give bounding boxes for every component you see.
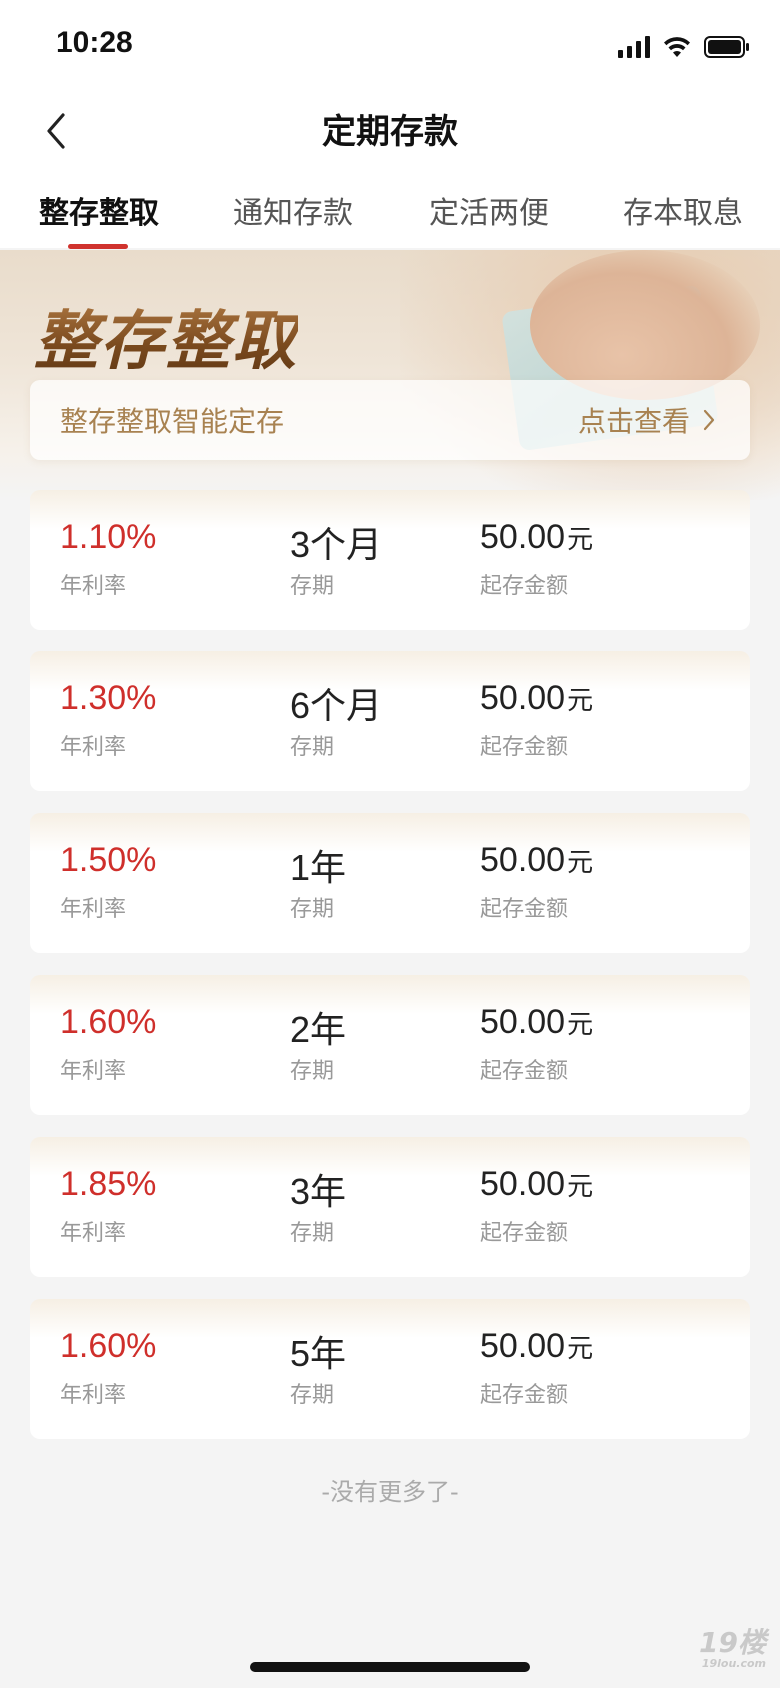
min-amount: 50.00元 bbox=[480, 1327, 593, 1366]
view-link-label: 点击查看 bbox=[577, 405, 690, 438]
home-indicator[interactable] bbox=[250, 1662, 530, 1672]
deposit-term-label: 存期 bbox=[290, 1221, 335, 1246]
page-title: 定期存款 bbox=[322, 112, 458, 152]
annual-rate-label: 年利率 bbox=[60, 1383, 127, 1408]
deposit-term-label: 存期 bbox=[290, 1383, 335, 1408]
deposit-product-card[interactable]: 1.50% 年利率 1年 存期 50.00元 起存金额 bbox=[30, 813, 750, 953]
wifi-icon bbox=[662, 35, 692, 59]
view-link[interactable]: 点击查看 bbox=[578, 400, 716, 440]
chevron-right-icon bbox=[702, 408, 716, 432]
deposit-term: 3个月 bbox=[290, 524, 383, 565]
deposit-term: 5年 bbox=[290, 1333, 347, 1374]
deposit-product-card[interactable]: 1.30% 年利率 6个月 存期 50.00元 起存金额 bbox=[30, 651, 750, 791]
battery-icon bbox=[704, 35, 750, 59]
signal-icon bbox=[618, 36, 650, 58]
banner: 整存整取 bbox=[0, 250, 780, 500]
deposit-product-card[interactable]: 1.60% 年利率 5年 存期 50.00元 起存金额 bbox=[30, 1299, 750, 1439]
min-amount-value: 50.00 bbox=[480, 841, 566, 879]
min-amount-value: 50.00 bbox=[480, 1003, 566, 1041]
min-amount-label: 起存金额 bbox=[480, 1059, 569, 1084]
min-amount-unit: 元 bbox=[567, 1009, 594, 1039]
deposit-term-label: 存期 bbox=[290, 1059, 335, 1084]
min-amount-value: 50.00 bbox=[480, 518, 566, 556]
min-amount-value: 50.00 bbox=[480, 1327, 566, 1365]
min-amount-label: 起存金额 bbox=[480, 897, 569, 922]
annual-rate-label: 年利率 bbox=[60, 735, 127, 760]
min-amount-unit: 元 bbox=[567, 1171, 594, 1201]
deposit-product-card[interactable]: 1.85% 年利率 3年 存期 50.00元 起存金额 bbox=[30, 1137, 750, 1277]
deposit-term: 1年 bbox=[290, 847, 347, 888]
min-amount-unit: 元 bbox=[567, 1333, 594, 1363]
list-end-message: -没有更多了- bbox=[321, 1478, 459, 1506]
min-amount: 50.00元 bbox=[480, 841, 593, 880]
min-amount-label: 起存金额 bbox=[480, 1383, 569, 1408]
status-icons bbox=[618, 34, 750, 60]
tab-notice-deposit[interactable]: 通知存款 bbox=[230, 188, 356, 256]
page: 10:28 定期存款 整存整取 通知存款 定活两便 存本取息 整存整取 整存整取… bbox=[0, 0, 780, 1688]
banner-title: 整存整取 bbox=[34, 290, 298, 382]
min-amount-label: 起存金额 bbox=[480, 1221, 569, 1246]
hand-image bbox=[530, 250, 760, 400]
annual-rate: 1.30% bbox=[60, 679, 157, 717]
annual-rate-label: 年利率 bbox=[60, 1221, 127, 1246]
annual-rate-label: 年利率 bbox=[60, 897, 127, 922]
watermark-url: 19lou.com bbox=[701, 1657, 766, 1670]
min-amount-value: 50.00 bbox=[480, 1165, 566, 1203]
min-amount-unit: 元 bbox=[567, 524, 594, 554]
watermark-logo: 19楼 bbox=[699, 1626, 766, 1659]
min-amount-label: 起存金额 bbox=[480, 735, 569, 760]
annual-rate: 1.85% bbox=[60, 1165, 157, 1203]
annual-rate: 1.50% bbox=[60, 841, 157, 879]
deposit-term: 3年 bbox=[290, 1171, 347, 1212]
min-amount-unit: 元 bbox=[567, 685, 594, 715]
nav-bar: 定期存款 bbox=[0, 90, 780, 180]
annual-rate-label: 年利率 bbox=[60, 1059, 127, 1084]
active-tab-indicator bbox=[68, 244, 128, 249]
annual-rate: 1.60% bbox=[60, 1327, 157, 1365]
smart-deposit-label: 整存整取智能定存 bbox=[60, 405, 285, 438]
min-amount-label: 起存金额 bbox=[480, 574, 569, 599]
tab-interest-withdrawal[interactable]: 存本取息 bbox=[620, 188, 746, 256]
min-amount: 50.00元 bbox=[480, 679, 593, 718]
deposit-term-label: 存期 bbox=[290, 735, 335, 760]
deposit-term-label: 存期 bbox=[290, 574, 335, 599]
min-amount-unit: 元 bbox=[567, 847, 594, 877]
min-amount: 50.00元 bbox=[480, 518, 593, 557]
status-bar: 10:28 bbox=[0, 0, 780, 90]
tab-flexible-deposit[interactable]: 定活两便 bbox=[426, 188, 552, 256]
annual-rate: 1.10% bbox=[60, 518, 157, 556]
watermark: 19楼 19lou.com bbox=[699, 1628, 766, 1670]
annual-rate-label: 年利率 bbox=[60, 574, 127, 599]
deposit-term: 2年 bbox=[290, 1009, 347, 1050]
deposit-product-card[interactable]: 1.10% 年利率 3个月 存期 50.00元 起存金额 bbox=[30, 490, 750, 630]
deposit-product-card[interactable]: 1.60% 年利率 2年 存期 50.00元 起存金额 bbox=[30, 975, 750, 1115]
smart-deposit-bar[interactable]: 整存整取智能定存 点击查看 bbox=[30, 380, 750, 460]
deposit-term-label: 存期 bbox=[290, 897, 335, 922]
deposit-term: 6个月 bbox=[290, 685, 383, 726]
min-amount: 50.00元 bbox=[480, 1165, 593, 1204]
tab-bar: 整存整取 通知存款 定活两便 存本取息 bbox=[0, 180, 780, 248]
min-amount: 50.00元 bbox=[480, 1003, 593, 1042]
min-amount-value: 50.00 bbox=[480, 679, 566, 717]
status-time: 10:28 bbox=[56, 26, 133, 59]
annual-rate: 1.60% bbox=[60, 1003, 157, 1041]
